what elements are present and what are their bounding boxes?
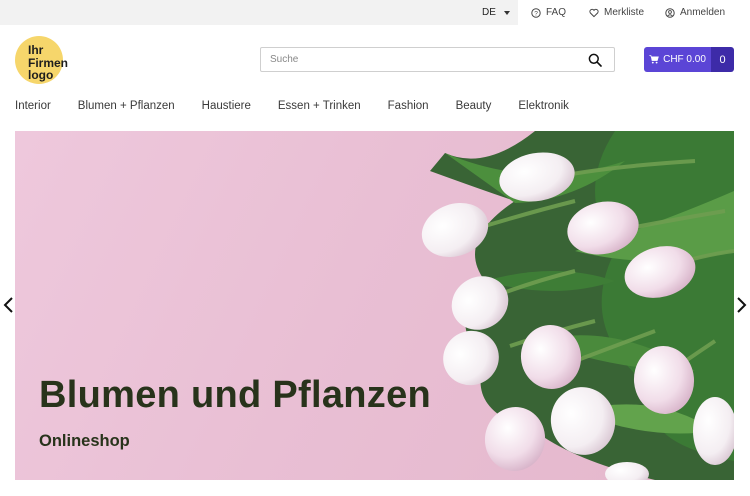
nav-item-blumen-pflanzen[interactable]: Blumen + Pflanzen [78, 100, 175, 116]
cart-icon [649, 55, 659, 64]
chevron-down-icon [503, 10, 510, 15]
nav-item-fashion[interactable]: Fashion [388, 100, 429, 116]
tulips-image [421, 131, 734, 480]
language-label: DE [482, 7, 496, 18]
hero-subtitle: Onlineshop [39, 432, 130, 450]
chevron-right-icon [737, 297, 747, 313]
nav-item-essen-trinken[interactable]: Essen + Trinken [278, 100, 361, 116]
hero-banner[interactable]: Blumen und Pflanzen Onlineshop [15, 131, 734, 480]
cart-amount: CHF 0.00 [644, 47, 711, 72]
wishlist-link[interactable]: Merkliste [589, 0, 644, 25]
language-selector[interactable]: DE [474, 0, 518, 25]
logo-line: logo [28, 68, 54, 82]
nav-item-interior[interactable]: Interior [15, 100, 51, 116]
nav-item-elektronik[interactable]: Elektronik [518, 100, 569, 116]
search-input[interactable] [261, 48, 581, 71]
nav-item-haustiere[interactable]: Haustiere [202, 100, 251, 116]
cart-amount-label: CHF 0.00 [663, 54, 706, 65]
wishlist-label: Merkliste [604, 7, 645, 18]
logo-line: Ihr [28, 43, 44, 57]
svg-text:?: ? [534, 10, 538, 17]
hero-title: Blumen und Pflanzen [39, 374, 432, 416]
faq-link[interactable]: ? FAQ [531, 0, 566, 25]
cart-count: 0 [711, 47, 734, 72]
cart-button[interactable]: CHF 0.00 0 [644, 47, 734, 72]
login-label: Anmelden [680, 7, 726, 18]
company-logo-text[interactable]: Ihr Firmen logo [28, 44, 78, 82]
category-nav: Interior Blumen + Pflanzen Haustiere Ess… [15, 100, 569, 116]
heart-icon [589, 8, 599, 17]
user-circle-icon [665, 7, 675, 18]
login-link[interactable]: Anmelden [665, 0, 725, 25]
nav-item-beauty[interactable]: Beauty [456, 100, 492, 116]
carousel-next-button[interactable] [734, 296, 748, 314]
carousel-prev-button[interactable] [2, 296, 16, 314]
search-box [260, 47, 615, 72]
search-icon[interactable] [588, 53, 602, 67]
chevron-left-icon [3, 297, 13, 313]
question-circle-icon: ? [531, 7, 541, 18]
faq-label: FAQ [546, 7, 567, 18]
